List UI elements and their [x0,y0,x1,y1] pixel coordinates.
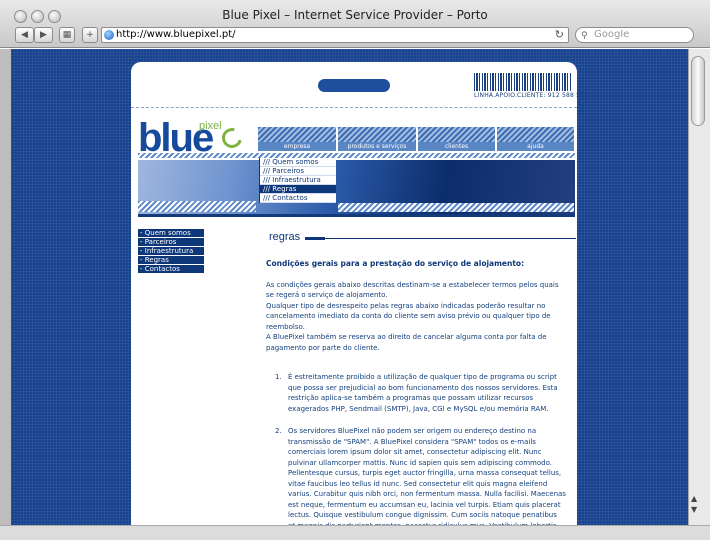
add-bookmark-button[interactable]: + [82,27,98,43]
section-heading: Condições gerais para a prestação do ser… [266,259,525,268]
left-frame [0,49,11,540]
hatch-strip [338,203,574,212]
submenu-item-regras[interactable]: /// Regras [260,185,336,194]
rule-item: 1. É estreitamente proibido a utilização … [266,372,566,414]
nav-label: ajuda [497,142,574,151]
sidenav-item-quem-somos[interactable]: - Quem somos [138,229,204,237]
search-field[interactable]: ⚲ Google [575,27,694,43]
logo-ring-icon [218,124,246,152]
nav-produtos-servicos[interactable]: produtos e serviços [338,127,416,151]
sidenav-item-contactos[interactable]: - Contactos [138,265,204,273]
nav-label: produtos e serviços [338,142,416,151]
rule-text: É estreitamente proibido a utilização de… [288,373,558,413]
bookmarks-button[interactable]: ▦ [59,27,75,43]
forward-button[interactable]: ▶ [34,27,53,43]
site-page: LINHA.APOIO.CLIENTE: 912 588 522 blue pi… [131,62,589,525]
submenu-item-infraestrutura[interactable]: /// Infraestrutura [260,176,336,185]
title-bar: Blue Pixel – Internet Service Provider –… [0,0,710,48]
main-content: Condições gerais para a prestação do ser… [266,259,566,525]
side-nav: - Quem somos - Parceiros - Infraestrutur… [138,229,204,274]
rule-text: Os servidores BluePixel não podem ser or… [288,427,566,525]
intro-paragraph: As condições gerais abaixo descritas des… [266,280,559,300]
nav-label: empresa [258,142,336,151]
sidenav-item-infraestrutura[interactable]: - Infraestrutura [138,247,204,255]
web-viewport: LINHA.APOIO.CLIENTE: 912 588 522 blue pi… [11,49,688,525]
hatch-strip [138,153,575,158]
intro-paragraph: Qualquer tipo de desrespeito pelas regra… [266,301,551,331]
page-title: regras [269,231,301,243]
hatch-strip [138,201,256,212]
rule-number: 2. [275,427,282,435]
sidenav-item-parceiros[interactable]: - Parceiros [138,238,204,246]
plus-icon: + [86,30,94,40]
scroll-down-icon[interactable]: ▼ [691,505,697,514]
search-placeholder: Google [594,29,630,40]
support-line: LINHA.APOIO.CLIENTE: 912 588 522 [474,92,589,99]
submenu-item-quem-somos[interactable]: /// Quem somos [260,158,336,167]
bottom-frame [0,525,710,540]
scroll-up-icon[interactable]: ▲ [691,494,697,503]
nav-empresa[interactable]: empresa [258,127,336,151]
submenu-item-parceiros[interactable]: /// Parceiros [260,167,336,176]
browser-window: Blue Pixel – Internet Service Provider –… [0,0,710,540]
reload-icon[interactable]: ↻ [555,28,564,42]
window-title: Blue Pixel – Internet Service Provider –… [222,8,488,22]
submenu-item-contactos[interactable]: /// Contactos [260,194,336,203]
back-arrow-icon: ◀ [21,30,28,40]
back-button[interactable]: ◀ [15,27,34,43]
sidenav-item-regras[interactable]: - Regras [138,256,204,264]
logo-sub: pixel [199,120,222,132]
rules-list: 1. É estreitamente proibido a utilização … [266,372,566,525]
submenu: /// Quem somos /// Parceiros /// Infraes… [259,158,336,203]
nav-label: clientes [418,142,495,151]
forward-arrow-icon: ▶ [40,30,47,40]
header-ornament [318,79,390,92]
url-text: http://www.bluepixel.pt/ [116,29,236,40]
header-divider [131,107,577,108]
address-bar[interactable]: http://www.bluepixel.pt/ ↻ [101,27,569,43]
intro-paragraph: A BluePixel também se reserva ao direito… [266,333,547,352]
barcode-graphic [474,73,572,91]
grid-icon: ▦ [62,30,72,40]
title-underline [306,238,576,239]
globe-icon [104,30,114,40]
search-icon: ⚲ [581,31,588,41]
scrollbar-thumb[interactable] [691,56,705,126]
rule-number: 1. [275,373,282,381]
banner-base [138,214,575,217]
rule-item: 2. Os servidores BluePixel não podem ser … [266,426,566,525]
nav-clientes[interactable]: clientes [418,127,495,151]
nav-ajuda[interactable]: ajuda [497,127,574,151]
